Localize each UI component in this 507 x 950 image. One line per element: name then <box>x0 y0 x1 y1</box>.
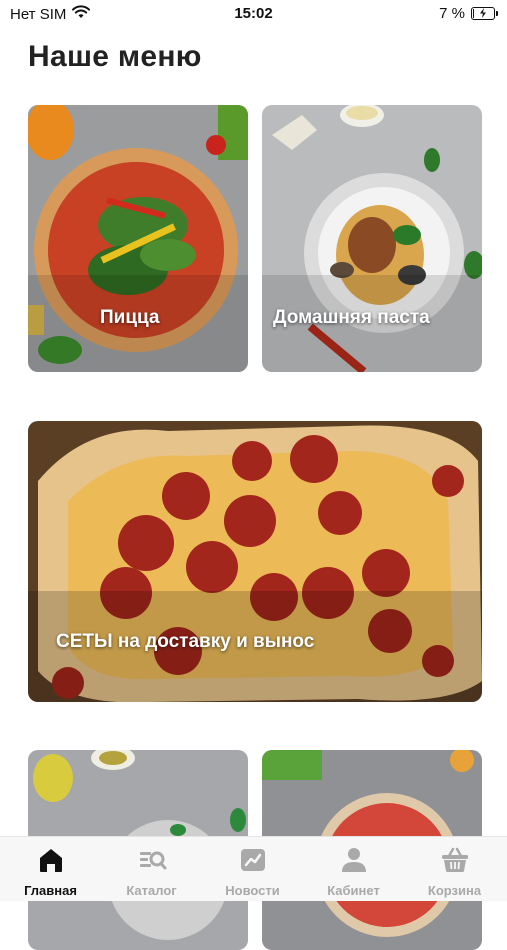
category-card-sets[interactable]: СЕТЫ на доставку и вынос <box>28 421 482 702</box>
category-label: Пицца <box>100 307 160 328</box>
clock: 15:02 <box>234 5 273 22</box>
tab-news[interactable]: Новости <box>202 837 303 901</box>
tab-label: Главная <box>24 883 77 898</box>
catalog-icon <box>137 845 167 875</box>
tab-account[interactable]: Кабинет <box>303 837 404 901</box>
status-bar: Нет SIM 15:02 7 % <box>0 0 507 30</box>
tab-label: Корзина <box>427 883 482 898</box>
page-title: Наше меню <box>28 40 202 73</box>
basket-icon <box>440 845 470 875</box>
tab-cart[interactable]: Корзина <box>404 837 505 901</box>
tab-label: Новости <box>225 883 280 898</box>
tab-label: Кабинет <box>327 883 380 898</box>
category-card-pizza[interactable]: Пицца <box>28 105 248 372</box>
category-label: Домашняя паста <box>273 307 430 328</box>
news-icon <box>238 845 268 875</box>
pasta-image <box>262 105 482 372</box>
battery-percent: 7 % <box>439 5 465 22</box>
battery-icon <box>471 7 498 20</box>
tab-catalog[interactable]: Каталог <box>101 837 202 901</box>
sets-image <box>28 421 482 702</box>
home-icon <box>36 845 66 875</box>
user-icon <box>339 845 369 875</box>
pizza-image <box>28 105 248 372</box>
tab-label: Каталог <box>126 883 177 898</box>
bottom-tab-bar: Главная Каталог Новости Кабинет Корзина <box>0 836 507 901</box>
battery-level <box>473 9 474 18</box>
category-label: СЕТЫ на доставку и вынос <box>56 631 315 652</box>
tab-home[interactable]: Главная <box>0 837 101 901</box>
category-card-pasta[interactable]: Домашняя паста <box>262 105 482 372</box>
